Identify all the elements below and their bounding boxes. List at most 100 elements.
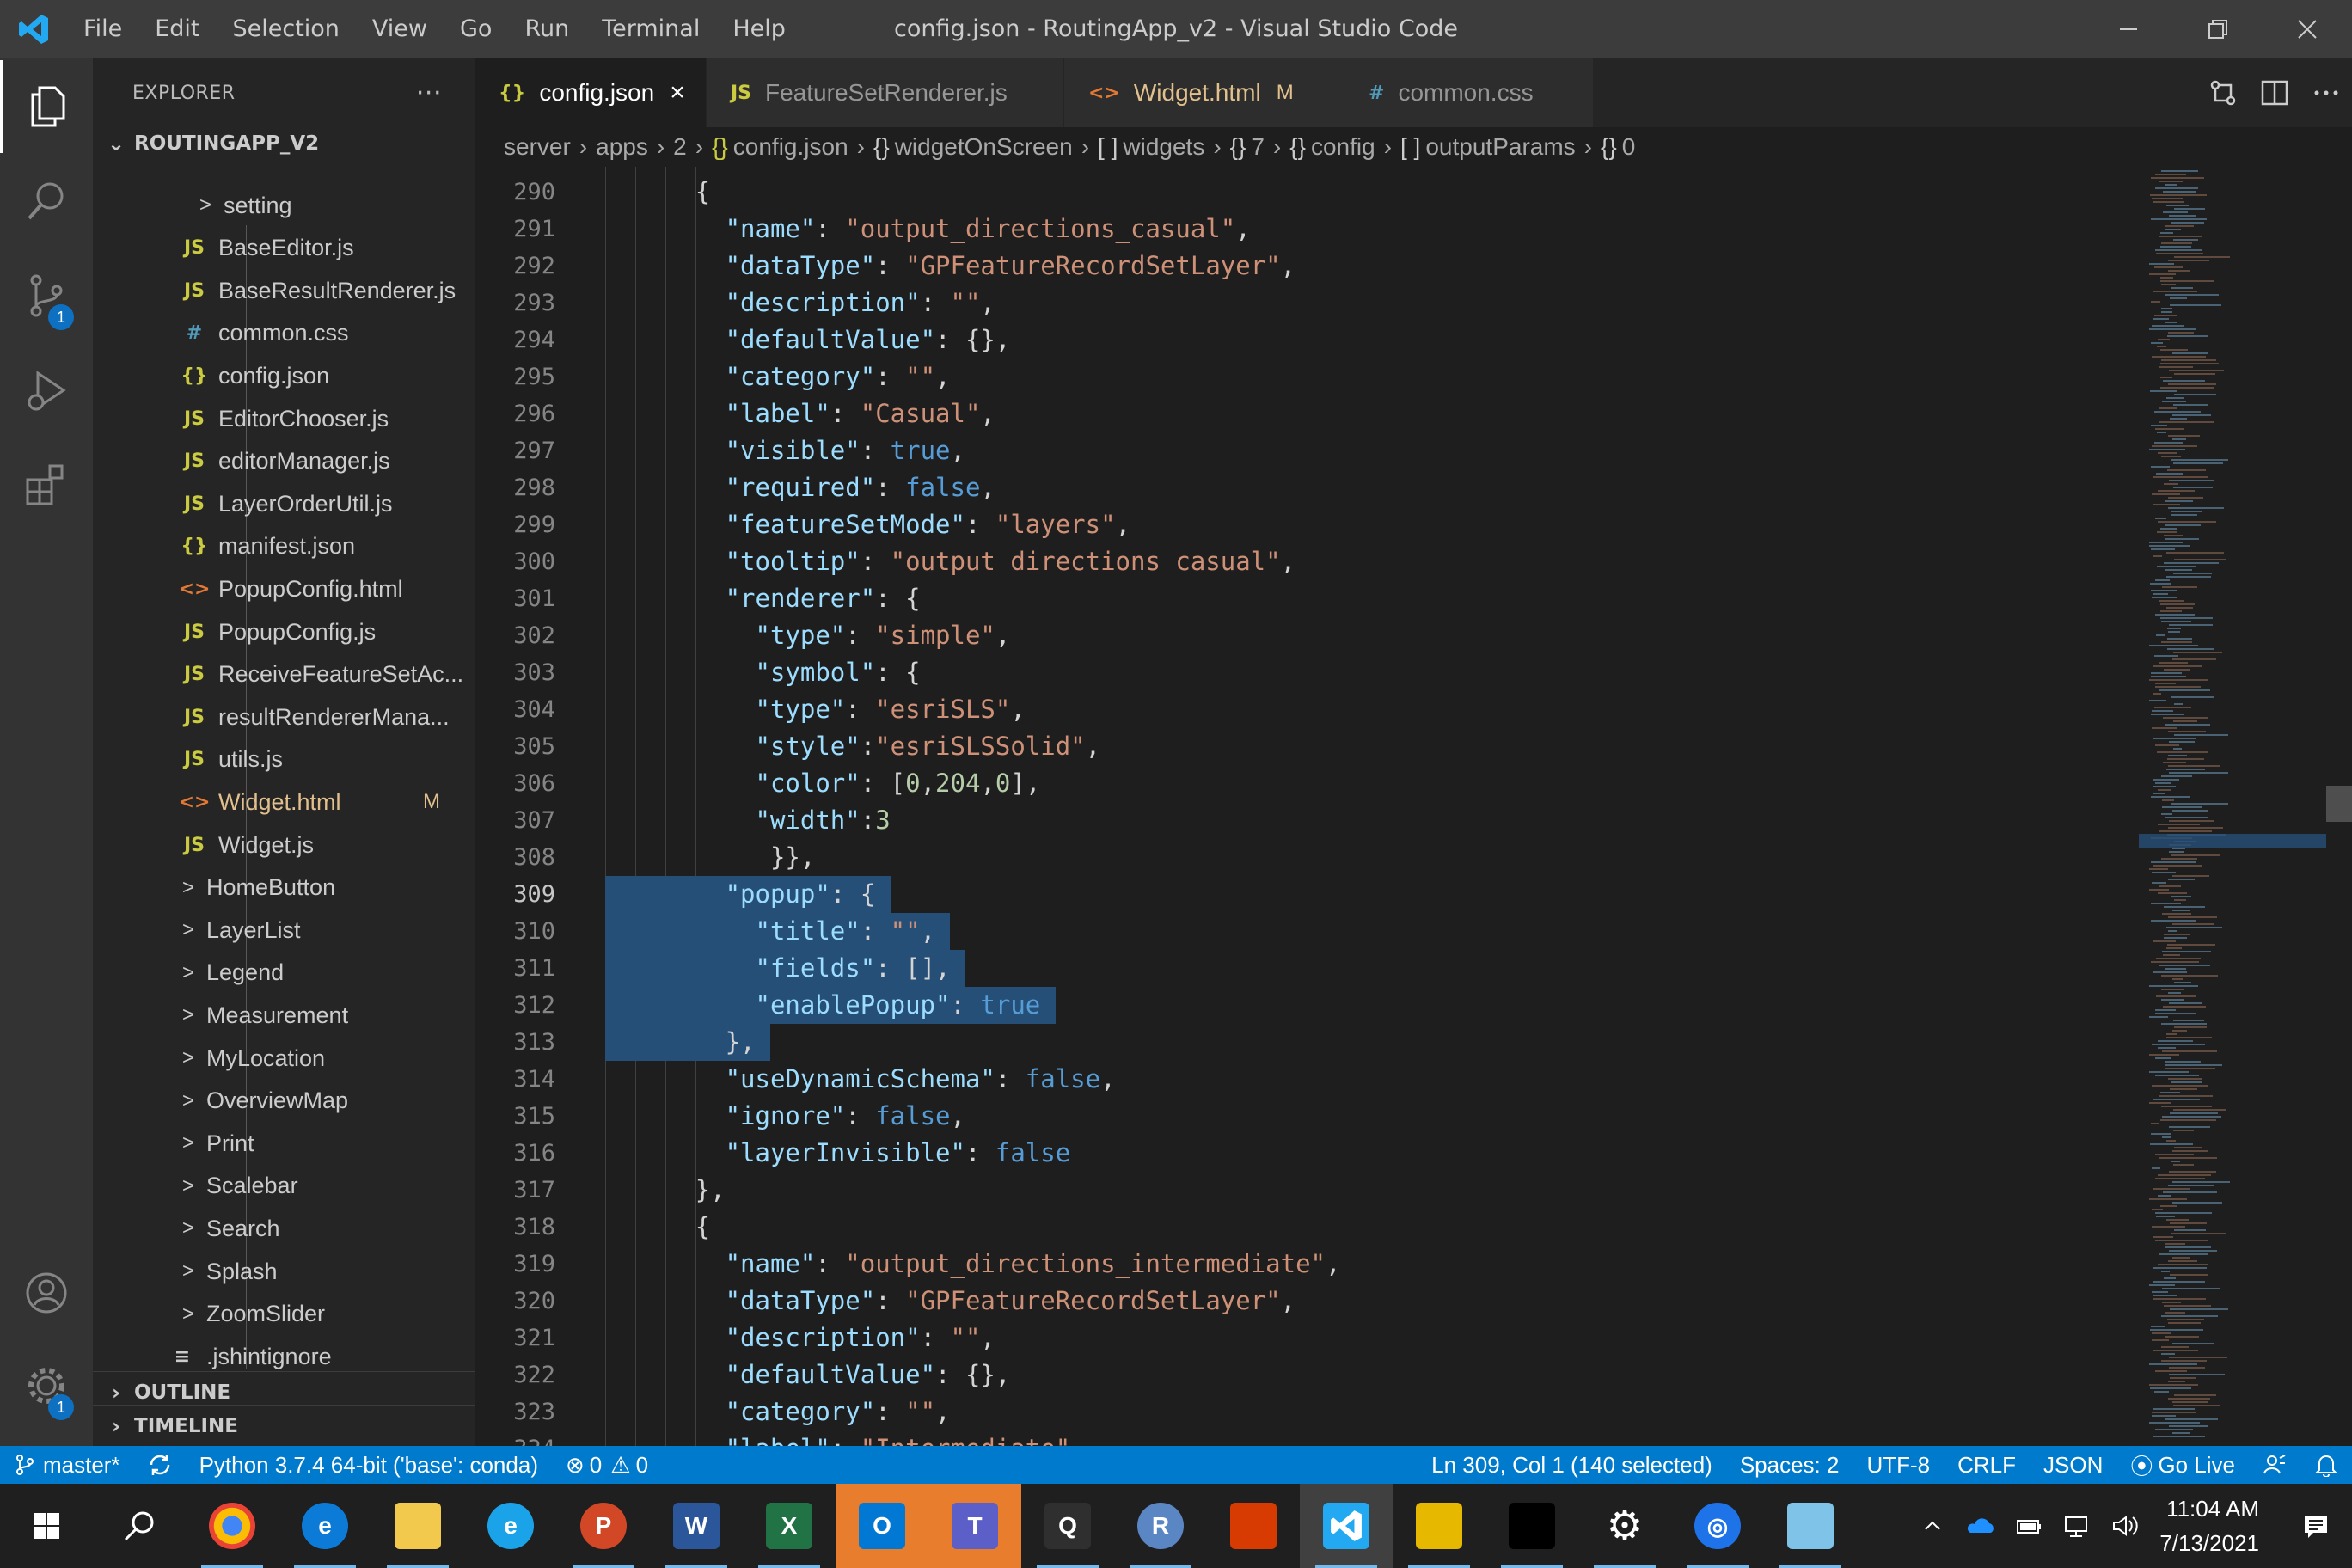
minimize-button[interactable] (2084, 0, 2173, 58)
network-icon[interactable] (2053, 1484, 2101, 1568)
tree-item[interactable]: > ZoomSlider (93, 1293, 475, 1335)
start-icon[interactable] (0, 1484, 93, 1568)
tree-item[interactable]: JS utils.js (93, 738, 475, 781)
tree-item[interactable]: # common.css (93, 312, 475, 354)
tree-item[interactable]: > Measurement (93, 995, 475, 1037)
breadcrumb-item[interactable]: apps (596, 133, 648, 161)
breadcrumb-item[interactable]: {} config.json (712, 133, 848, 161)
action-center-icon[interactable] (2280, 1484, 2352, 1568)
search-icon[interactable] (0, 155, 93, 248)
accounts-icon[interactable] (0, 1246, 93, 1339)
tree-item[interactable]: JS BaseEditor.js (93, 227, 475, 269)
settings-icon[interactable]: ⚙ (1578, 1484, 1671, 1568)
more-actions-icon[interactable] (2300, 78, 2352, 107)
open-changes-icon[interactable] (2197, 78, 2249, 107)
close-window-button[interactable] (2263, 0, 2352, 58)
project-folder-header[interactable]: ⌄ ROUTINGAPP_V2 (93, 127, 475, 160)
tab-common-css[interactable]: # common.css (1344, 58, 1594, 127)
file-sync-icon[interactable] (1393, 1484, 1485, 1568)
teams-icon[interactable]: T (928, 1484, 1021, 1568)
minimap[interactable] (2132, 167, 2352, 1446)
menu-help[interactable]: Help (716, 0, 802, 58)
terminal-icon[interactable] (1485, 1484, 1578, 1568)
qgis-icon[interactable]: Q (1021, 1484, 1114, 1568)
timeline-panel-header[interactable]: › TIMELINE (93, 1405, 475, 1446)
run-debug-icon[interactable] (0, 344, 93, 437)
menu-edit[interactable]: Edit (138, 0, 216, 58)
tree-item[interactable]: > Search (93, 1208, 475, 1250)
tree-item[interactable]: JS EditorChooser.js (93, 398, 475, 440)
code-area[interactable]: {"name": "output_directions_casual", "dat… (605, 167, 2132, 1446)
vertical-scrollbar[interactable] (2326, 786, 2352, 822)
breadcrumb-item[interactable]: {} config (1289, 133, 1375, 161)
feedback-icon[interactable] (2249, 1446, 2300, 1484)
branch-status[interactable]: master* (0, 1446, 134, 1484)
word-icon[interactable]: W (650, 1484, 743, 1568)
notifications-bell-icon[interactable] (2300, 1446, 2352, 1484)
onedrive-icon[interactable] (1957, 1484, 2005, 1568)
menu-view[interactable]: View (356, 0, 444, 58)
vpn-icon[interactable]: ◎ (1671, 1484, 1764, 1568)
notes-icon[interactable] (1764, 1484, 1857, 1568)
tree-item[interactable]: > OverviewMap (93, 1080, 475, 1122)
breadcrumb-item[interactable]: 2 (673, 133, 687, 161)
tree-item[interactable]: > MyLocation (93, 1038, 475, 1080)
tree-item[interactable]: > Legend (93, 952, 475, 994)
battery-icon[interactable] (2005, 1484, 2053, 1568)
outlook-icon[interactable]: O (836, 1484, 928, 1568)
breadcrumb-item[interactable]: {} 0 (1601, 133, 1635, 161)
language-mode[interactable]: JSON (2030, 1446, 2116, 1484)
tree-item[interactable]: > Scalebar (93, 1165, 475, 1207)
indentation[interactable]: Spaces: 2 (1726, 1446, 1853, 1484)
explorer-more-button[interactable]: ··· (416, 78, 442, 108)
tree-item[interactable]: > Splash (93, 1251, 475, 1293)
clock[interactable]: 11:04 AM 7/13/2021 (2149, 1491, 2280, 1560)
go-live-button[interactable]: ⦿ Go Live (2116, 1446, 2249, 1484)
tree-item[interactable]: JS ReceiveFeatureSetAc... (93, 653, 475, 695)
breadcrumb-item[interactable]: server (504, 133, 571, 161)
restore-button[interactable] (2173, 0, 2263, 58)
minimap-viewport[interactable] (2139, 834, 2326, 848)
problems-status[interactable]: ⊗ 0 ⚠ 0 (552, 1446, 662, 1484)
close-tab-icon[interactable]: × (670, 78, 685, 107)
breadcrumb-item[interactable]: [ ] widgets (1098, 133, 1204, 161)
menu-run[interactable]: Run (508, 0, 585, 58)
menu-go[interactable]: Go (444, 0, 508, 58)
search-icon[interactable] (93, 1484, 186, 1568)
split-editor-icon[interactable] (2249, 78, 2300, 107)
tab-config-json[interactable]: {} config.json × (475, 58, 707, 127)
r-icon[interactable]: R (1114, 1484, 1207, 1568)
tree-item[interactable]: > LayerList (93, 910, 475, 952)
tree-item[interactable]: > HomeButton (93, 867, 475, 909)
menu-terminal[interactable]: Terminal (585, 0, 716, 58)
breadcrumb-item[interactable]: {} widgetOnScreen (873, 133, 1073, 161)
office-icon[interactable] (1207, 1484, 1300, 1568)
tray-overflow-chevron-icon[interactable] (1908, 1484, 1957, 1568)
tree-item[interactable]: > Print (93, 1123, 475, 1165)
code-editor[interactable]: 290 291 292 293 294 295 296 297 298 299 300 301 302 3… (475, 167, 2132, 1446)
extensions-icon[interactable] (0, 438, 93, 531)
breadcrumb-item[interactable]: [ ] outputParams (1400, 133, 1576, 161)
cursor-position[interactable]: Ln 309, Col 1 (140 selected) (1418, 1446, 1726, 1484)
tree-item[interactable]: > setting (93, 185, 475, 227)
powerpoint-icon[interactable]: P (557, 1484, 650, 1568)
tree-item[interactable]: {} config.json (93, 355, 475, 397)
tree-item[interactable]: JS resultRendererMana... (93, 696, 475, 738)
tab-featuresetrenderer-js[interactable]: JS FeatureSetRenderer.js (707, 58, 1064, 127)
menu-selection[interactable]: Selection (216, 0, 355, 58)
tree-item[interactable]: JS BaseResultRenderer.js (93, 270, 475, 312)
python-interpreter[interactable]: Python 3.7.4 64-bit ('base': conda) (186, 1446, 552, 1484)
breadcrumb-item[interactable]: {} 7 (1230, 133, 1265, 161)
tree-item[interactable]: <> PopupConfig.html (93, 568, 475, 610)
menu-file[interactable]: File (67, 0, 138, 58)
encoding[interactable]: UTF-8 (1853, 1446, 1944, 1484)
explorer-icon[interactable] (0, 60, 93, 153)
excel-icon[interactable]: X (743, 1484, 836, 1568)
tree-item[interactable]: {} manifest.json (93, 525, 475, 567)
manage-gear-icon[interactable]: 1 (0, 1339, 93, 1432)
tree-item[interactable]: JS Widget.js (93, 824, 475, 867)
end-of-line[interactable]: CRLF (1944, 1446, 2030, 1484)
chrome-icon[interactable] (186, 1484, 279, 1568)
tree-item[interactable]: <> Widget.html M (93, 781, 475, 824)
tab-widget-html[interactable]: <> Widget.html M (1064, 58, 1344, 127)
